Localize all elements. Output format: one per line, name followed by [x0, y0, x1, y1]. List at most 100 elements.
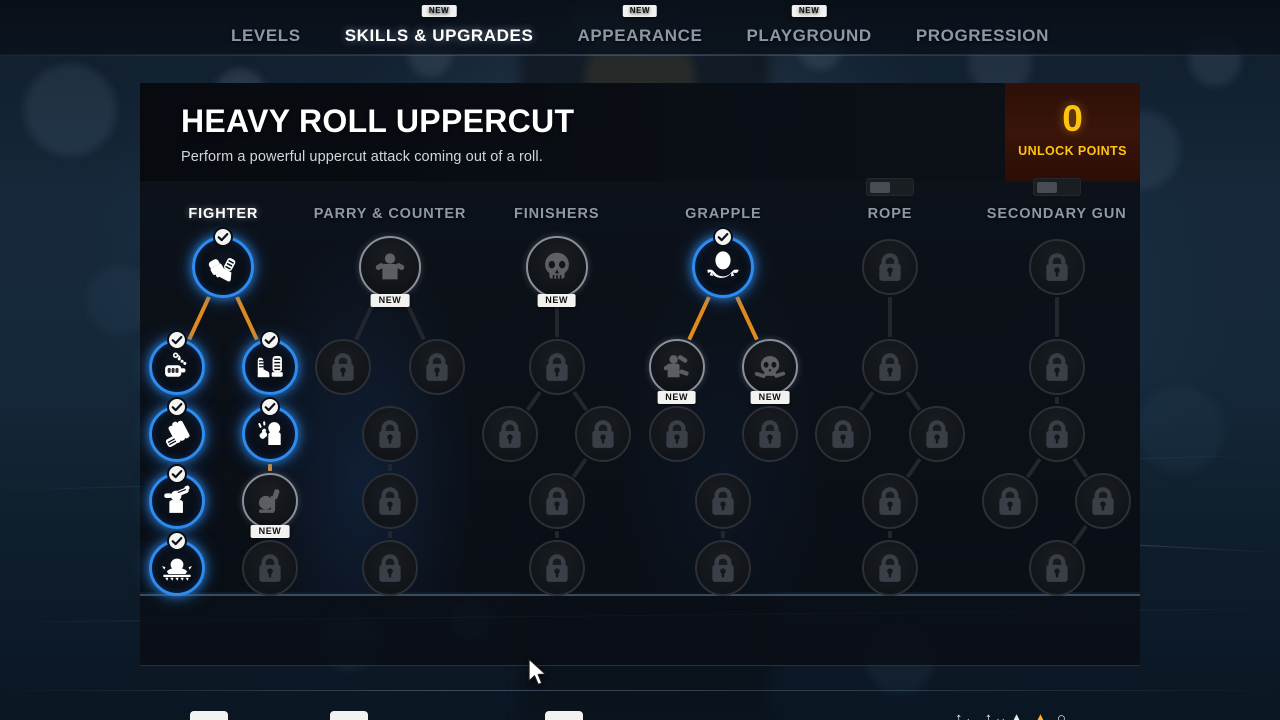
skill-column-title-label: FIGHTER [188, 206, 259, 222]
skill-node-n-4[interactable] [528, 540, 585, 596]
skills-panel: HEAVY ROLL UPPERCUT Perform a powerful u… [140, 83, 1140, 596]
skill-node-area [973, 227, 1140, 596]
new-badge: NEW [537, 294, 577, 307]
skill-node-n-root[interactable]: NEW [525, 236, 588, 307]
skill-node-r-l2[interactable] [815, 406, 872, 462]
fist-and-leg-icon [204, 248, 242, 286]
skill-column-fighter[interactable]: FIGHTER NEW [140, 181, 307, 596]
skill-node-f-l4[interactable] [148, 531, 205, 596]
skill-node-p-root[interactable]: NEW [359, 236, 421, 307]
skill-node-f-root[interactable] [192, 227, 255, 298]
lock-icon [373, 417, 407, 451]
grapple-throw-icon [704, 248, 742, 286]
skill-node-r-root[interactable] [862, 239, 919, 295]
skill-node-area: NEW [473, 227, 640, 596]
skill-node-n-l2[interactable] [482, 406, 538, 462]
skill-node-g-4[interactable] [695, 540, 752, 596]
skill-node-area: NEW [307, 227, 474, 596]
nav-item-progression[interactable]: PROGRESSION [894, 26, 1071, 46]
uppercut-strike-icon [253, 417, 287, 451]
skill-node-s-2[interactable] [1028, 406, 1085, 462]
skill-node-s-l3[interactable] [982, 473, 1039, 529]
skill-column-title: ROPE [807, 178, 974, 222]
skill-node-s-r3[interactable] [1075, 473, 1132, 529]
skill-node-f-l2[interactable] [148, 397, 205, 462]
skill-node-r-r2[interactable] [908, 406, 965, 462]
skill-node-f-l1[interactable] [148, 330, 205, 395]
parry-stance-icon [371, 248, 409, 286]
nav-item-appearance[interactable]: NEW APPEARANCE [555, 5, 724, 46]
lock-icon [540, 484, 574, 518]
skill-node-p-4[interactable] [362, 540, 418, 596]
skill-node-g-root[interactable] [692, 227, 755, 298]
lock-icon [420, 350, 454, 384]
skill-node-r-1[interactable] [862, 339, 919, 395]
bottom-hint-gold: ▲ [1033, 710, 1049, 720]
skill-node-p-l1[interactable] [315, 339, 372, 395]
skill-column-rope[interactable]: ROPE [807, 178, 974, 596]
skill-node-n-1[interactable] [528, 339, 585, 395]
skill-node-f-l3[interactable] [148, 464, 205, 529]
new-badge: NEW [250, 525, 290, 538]
skill-node-p-2[interactable] [362, 406, 418, 462]
skill-node-g-r1[interactable]: NEW [742, 339, 799, 404]
lock-icon [706, 484, 740, 518]
skill-tree-columns: FIGHTER NEW PARRY & COUNTER NEW FINISHER… [140, 178, 1140, 596]
skill-node-f-r1[interactable] [242, 330, 298, 395]
nav-item-playground[interactable]: NEW PLAYGROUND [724, 5, 893, 46]
main-navigation: LEVELS NEW SKILLS & UPGRADES NEW APPEARANCE N… [0, 0, 1280, 55]
heavy-roll-uppercut-icon [253, 484, 287, 518]
controller-button-prompt[interactable] [190, 711, 228, 720]
skill-node-n-r2[interactable] [575, 406, 632, 462]
skill-link [687, 296, 712, 341]
skill-link [572, 457, 588, 478]
skill-node-s-root[interactable] [1028, 239, 1085, 295]
controller-button-prompt[interactable] [330, 711, 368, 720]
skill-node-s-1[interactable] [1028, 339, 1085, 395]
bottom-info-bar [140, 594, 1140, 666]
unlock-points-label: UNLOCK POINTS [1018, 144, 1127, 158]
skill-column-secondary-gun[interactable]: SECONDARY GUN [973, 178, 1140, 596]
skill-column-finishers[interactable]: FINISHERS NEW [473, 181, 640, 596]
skull-icon [538, 248, 576, 286]
skill-node-s-4[interactable] [1028, 540, 1085, 596]
skill-node-f-r2[interactable] [242, 397, 298, 462]
lock-icon [1086, 484, 1120, 518]
new-badge: NEW [622, 5, 658, 17]
unlocked-check-icon [213, 227, 234, 247]
unlocked-check-icon [260, 330, 280, 350]
nav-item-levels[interactable]: LEVELS [209, 26, 323, 46]
skill-node-f-r4[interactable] [242, 540, 298, 596]
skill-link [525, 390, 542, 411]
skill-column-parry-counter[interactable]: PARRY & COUNTER NEW [307, 181, 474, 596]
skill-column-title: PARRY & COUNTER [307, 206, 474, 222]
controller-button-prompt[interactable] [545, 711, 583, 720]
skill-node-r-3[interactable] [862, 473, 919, 529]
skill-node-n-3[interactable] [528, 473, 585, 529]
unlock-points-box: 0 UNLOCK POINTS [1005, 83, 1140, 181]
new-badge: NEW [370, 294, 410, 307]
skill-node-g-l1[interactable]: NEW [648, 339, 705, 404]
lock-icon [873, 350, 907, 384]
ground-slam-icon [160, 551, 194, 585]
skill-node-r-4[interactable] [862, 540, 919, 596]
nav-item-skills-upgrades[interactable]: NEW SKILLS & UPGRADES [323, 5, 556, 46]
skill-link [1025, 457, 1042, 478]
skill-node-g-l2[interactable] [648, 406, 705, 462]
new-badge: NEW [421, 5, 457, 17]
skill-node-g-3[interactable] [695, 473, 752, 529]
skill-node-f-r3[interactable]: NEW [242, 473, 298, 538]
skill-node-g-r2[interactable] [742, 406, 799, 462]
skill-link [905, 457, 922, 478]
skill-node-p-r1[interactable] [408, 339, 465, 395]
lock-icon [660, 417, 694, 451]
skill-link [721, 531, 726, 538]
skill-node-area: NEW NEW [640, 227, 807, 596]
skill-column-grapple[interactable]: GRAPPLE NEW NEW [640, 181, 807, 596]
navigation-items: LEVELS NEW SKILLS & UPGRADES NEW APPEARANCE N… [209, 5, 1071, 55]
chained-fist-icon [160, 350, 194, 384]
skill-link [1072, 524, 1088, 545]
navigation-divider [0, 54, 1280, 56]
skill-link [905, 390, 922, 411]
skill-node-p-3[interactable] [362, 473, 418, 529]
